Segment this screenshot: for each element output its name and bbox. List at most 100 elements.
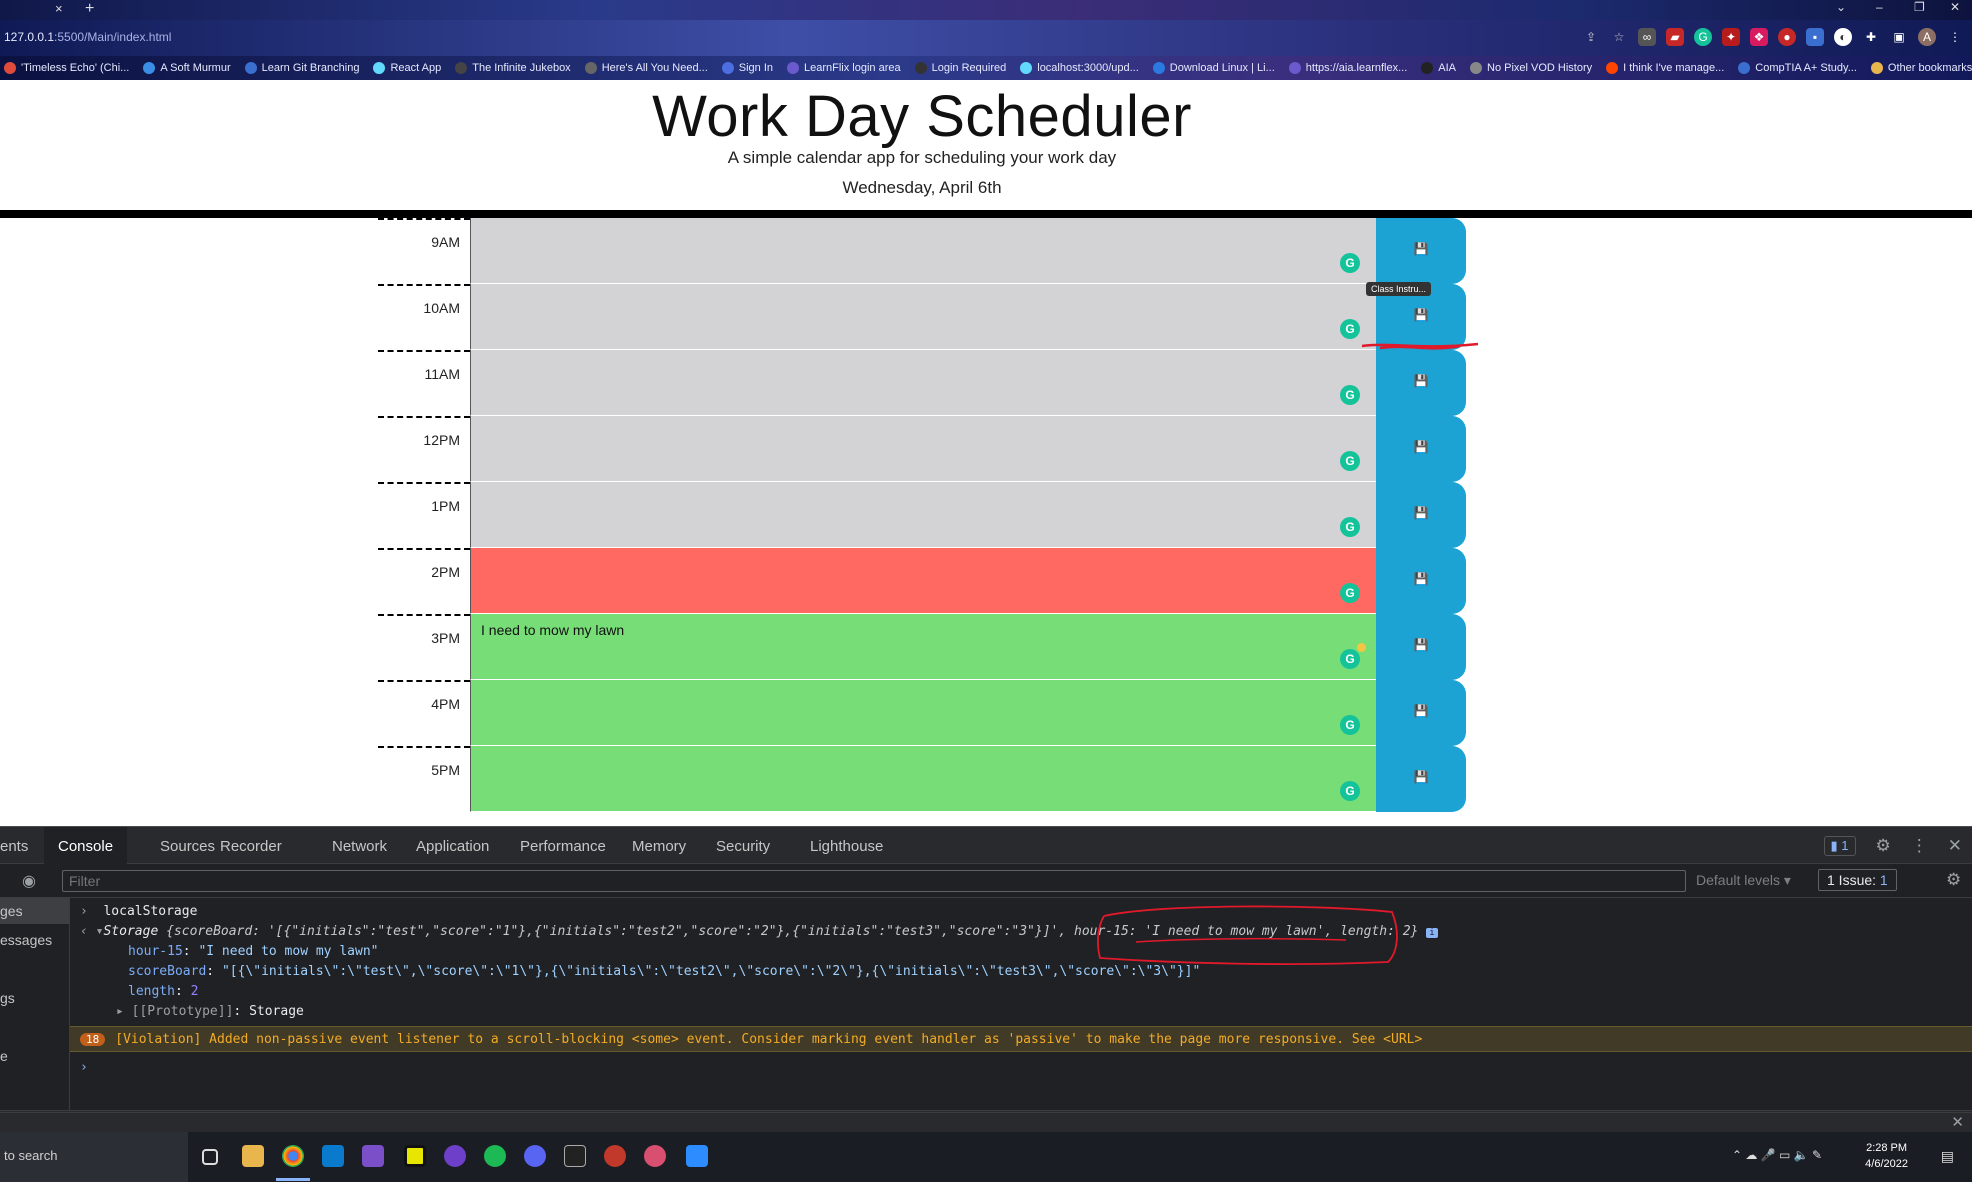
grammarly-icon[interactable]: G xyxy=(1340,517,1360,537)
share-icon[interactable]: ⇪ xyxy=(1582,28,1600,46)
close-drawer-icon[interactable]: ✕ xyxy=(1951,1113,1964,1131)
grammarly-icon[interactable]: G xyxy=(1340,253,1360,273)
file-explorer-icon[interactable] xyxy=(242,1145,264,1167)
bookmark-item[interactable]: Sign In xyxy=(721,62,773,74)
eye-icon[interactable]: ◉ xyxy=(22,871,36,891)
sidebar-item-user-messages[interactable]: essages xyxy=(0,932,52,948)
extension-icon[interactable]: ∞ xyxy=(1638,28,1656,46)
maximize-button[interactable]: ❐ xyxy=(1914,0,1925,14)
slack-icon[interactable] xyxy=(644,1145,666,1167)
devtools-tab-security[interactable]: Security xyxy=(716,838,770,855)
devtools-tab-application[interactable]: Application xyxy=(416,838,489,855)
grammarly-icon[interactable]: G xyxy=(1340,715,1360,735)
description-textarea[interactable]: G xyxy=(470,416,1376,482)
bookmark-item[interactable]: Other bookmarks xyxy=(1870,62,1972,74)
save-button[interactable]: 💾 xyxy=(1376,680,1466,746)
taskbar-clock[interactable]: 2:28 PM 4/6/2022 xyxy=(1865,1140,1908,1172)
chrome-icon[interactable] xyxy=(282,1145,304,1167)
spotify-icon[interactable] xyxy=(484,1145,506,1167)
close-tab-icon[interactable]: × xyxy=(55,1,63,16)
vscode-icon[interactable] xyxy=(322,1145,344,1167)
minimize-button[interactable]: – xyxy=(1876,0,1883,14)
bookmark-item[interactable]: React App xyxy=(373,62,441,74)
bookmark-item[interactable]: Download Linux | Li... xyxy=(1152,62,1275,74)
notifications-icon[interactable]: ▤ xyxy=(1941,1148,1954,1165)
bookmark-item[interactable]: Here's All You Need... xyxy=(584,62,708,74)
save-button[interactable]: 💾 xyxy=(1376,350,1466,416)
devtools-tab-sources[interactable]: Sources xyxy=(160,838,215,855)
bookmark-item[interactable]: https://aia.learnflex... xyxy=(1288,62,1407,74)
devtools-menu-icon[interactable]: ⋮ xyxy=(1911,836,1928,856)
description-textarea[interactable]: G xyxy=(470,218,1376,284)
description-textarea[interactable]: G xyxy=(470,548,1376,614)
close-window-button[interactable]: ✕ xyxy=(1950,0,1960,14)
sidebar-item-warnings[interactable]: gs xyxy=(0,990,15,1006)
tab-search-icon[interactable]: ⌄ xyxy=(1836,0,1846,14)
description-textarea[interactable]: G xyxy=(470,680,1376,746)
description-textarea[interactable]: G xyxy=(470,482,1376,548)
description-textarea[interactable]: I need to mow my lawn G xyxy=(470,614,1376,680)
taskbar-search[interactable]: to search xyxy=(0,1132,188,1182)
github-icon[interactable] xyxy=(444,1145,466,1167)
grammarly-icon[interactable]: G xyxy=(1340,583,1360,603)
app-icon[interactable] xyxy=(404,1145,426,1167)
grammarly-extension-icon[interactable]: G xyxy=(1694,28,1712,46)
devtools-tab-network[interactable]: Network xyxy=(332,838,387,855)
close-devtools-icon[interactable]: ✕ xyxy=(1948,836,1962,856)
bookmark-item[interactable]: LearnFlix login area xyxy=(787,62,901,74)
save-button[interactable]: 💾 xyxy=(1376,614,1466,680)
bookmark-item[interactable]: The Infinite Jukebox xyxy=(455,62,571,74)
issues-button[interactable]: 1 Issue: 1 xyxy=(1818,869,1897,891)
console-filter-input[interactable] xyxy=(62,870,1686,892)
new-tab-button[interactable]: + xyxy=(85,0,94,18)
bookmark-item[interactable]: localhost:3000/upd... xyxy=(1020,62,1139,74)
devtools-tab-recorder[interactable]: Recorder xyxy=(220,838,282,855)
sidebar-item-messages[interactable]: ges xyxy=(0,903,23,919)
bookmark-item[interactable]: I think I've manage... xyxy=(1606,62,1724,74)
sidebar-item-verbose[interactable]: e xyxy=(0,1048,8,1064)
devtools-settings-icon[interactable]: ⚙ xyxy=(1876,836,1891,856)
bookmark-item[interactable]: No Pixel VOD History xyxy=(1470,62,1592,74)
issues-badge[interactable]: ▮ 1 xyxy=(1823,836,1856,856)
bookmark-item[interactable]: Login Required xyxy=(914,62,1006,74)
bookmark-item[interactable]: CompTIA A+ Study... xyxy=(1738,62,1857,74)
bookmark-item[interactable]: 'Timeless Echo' (Chi... xyxy=(4,62,129,74)
discord-icon[interactable] xyxy=(524,1145,546,1167)
extension-icon[interactable]: ❖ xyxy=(1750,28,1768,46)
side-panel-icon[interactable]: ▣ xyxy=(1890,28,1908,46)
system-tray[interactable]: ⌃ ☁ 🎤 ▭ 🔈 ✎ xyxy=(1732,1148,1822,1162)
bookmark-item[interactable]: Learn Git Branching xyxy=(244,62,359,74)
save-button[interactable]: 💾 xyxy=(1376,746,1466,812)
grammarly-icon[interactable]: G xyxy=(1340,319,1360,339)
extension-icon[interactable]: ● xyxy=(1778,28,1796,46)
grammarly-icon[interactable]: G xyxy=(1340,781,1360,801)
description-textarea[interactable]: G xyxy=(470,350,1376,416)
visual-studio-icon[interactable] xyxy=(362,1145,384,1167)
terminal-icon[interactable] xyxy=(564,1145,586,1167)
devtools-tab-memory[interactable]: Memory xyxy=(632,838,686,855)
save-button[interactable]: 💾 xyxy=(1376,218,1466,284)
puzzle-extensions-icon[interactable]: ✚ xyxy=(1862,28,1880,46)
url-field[interactable]: 127.0.0.1:5500/Main/index.html xyxy=(4,30,171,44)
description-textarea[interactable]: G xyxy=(470,746,1376,812)
bookmark-item[interactable]: AIA xyxy=(1421,62,1456,74)
extension-icon[interactable]: ✦ xyxy=(1722,28,1740,46)
app-icon[interactable] xyxy=(604,1145,626,1167)
menu-kebab-icon[interactable]: ⋮ xyxy=(1946,28,1964,46)
save-button[interactable]: 💾 xyxy=(1376,482,1466,548)
devtools-tab-ents[interactable]: ents xyxy=(0,838,28,855)
grammarly-icon[interactable]: G xyxy=(1340,643,1366,669)
console-prompt[interactable]: › xyxy=(80,1060,88,1075)
save-button[interactable]: 💾 xyxy=(1376,548,1466,614)
extension-icon[interactable]: ▪ xyxy=(1806,28,1824,46)
devtools-tab-lighthouse[interactable]: Lighthouse xyxy=(810,838,883,855)
save-button[interactable]: 💾 xyxy=(1376,416,1466,482)
description-textarea[interactable]: G xyxy=(470,284,1376,350)
default-levels-dropdown[interactable]: Default levels ▾ xyxy=(1696,872,1791,889)
extension-icon[interactable]: ▰ xyxy=(1666,28,1684,46)
zoom-icon[interactable] xyxy=(686,1145,708,1167)
bookmark-star-icon[interactable]: ☆ xyxy=(1610,28,1628,46)
profile-avatar[interactable]: A xyxy=(1918,28,1936,46)
storage-prototype-entry[interactable]: ▸ [[Prototype]]: Storage xyxy=(116,1004,304,1019)
console-settings-icon[interactable]: ⚙ xyxy=(1946,870,1961,890)
